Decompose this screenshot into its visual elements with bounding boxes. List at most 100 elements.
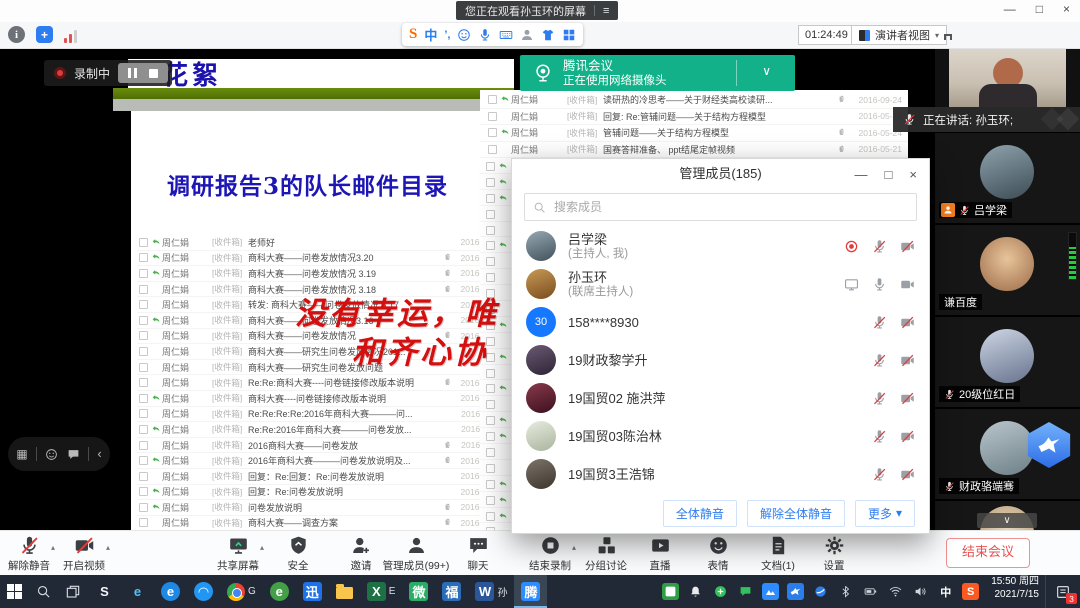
muted-camera-icon[interactable]: [900, 315, 915, 330]
sogou-tray-icon[interactable]: S: [962, 583, 979, 600]
toolbar-cam-button[interactable]: 开启视频▴: [38, 535, 130, 573]
member-row[interactable]: 19财政黎学升: [512, 341, 929, 379]
sogou-icon[interactable]: S: [88, 575, 121, 608]
sogou-logo-icon[interactable]: S: [409, 26, 417, 43]
muted-camera-icon[interactable]: [900, 391, 915, 406]
input-method-toolbar[interactable]: S中 ’,: [402, 23, 583, 46]
mic-icon[interactable]: [478, 28, 492, 42]
muted-mic-icon[interactable]: [872, 391, 887, 406]
muted-camera-icon[interactable]: [900, 467, 915, 482]
chrome-icon[interactable]: G: [220, 575, 263, 608]
view-mode-dropdown[interactable]: 演讲者视图 ▾: [851, 25, 947, 45]
screenrec-tray-icon[interactable]: [662, 583, 679, 600]
muted-mic-icon[interactable]: [872, 429, 887, 444]
ime-icon[interactable]: 中: [937, 583, 954, 600]
screen-share-icon[interactable]: [844, 277, 859, 292]
toolbox-icon[interactable]: [562, 28, 576, 42]
collapse-icon[interactable]: ‹: [97, 446, 101, 461]
xunlei-icon[interactable]: 迅: [296, 575, 329, 608]
muted-mic-icon[interactable]: [872, 315, 887, 330]
minimize-button[interactable]: —: [1004, 2, 1016, 16]
member-row[interactable]: 吕学梁(主持人, 我): [512, 227, 929, 265]
panel-close-button[interactable]: ×: [909, 167, 917, 182]
chevron-up-icon[interactable]: ▴: [106, 543, 110, 552]
email-checkbox: [486, 162, 495, 171]
panel-maximize-button[interactable]: □: [885, 167, 893, 182]
wifi-icon[interactable]: [887, 583, 904, 600]
ie-icon[interactable]: e: [121, 575, 154, 608]
more-button[interactable]: 更多 ▾: [855, 500, 915, 527]
search-input[interactable]: [552, 199, 908, 215]
antivirus-tray-icon[interactable]: [712, 583, 729, 600]
pause-recording-button[interactable]: [128, 68, 137, 78]
browser-icon[interactable]: ◠: [187, 575, 220, 608]
start-button[interactable]: [0, 575, 29, 608]
wechat-tray-icon[interactable]: [737, 583, 754, 600]
panel-minimize-button[interactable]: —: [855, 167, 868, 182]
speaker-video-tile[interactable]: [935, 48, 1080, 107]
member-row[interactable]: 孙玉环(联席主持人): [512, 265, 929, 303]
muted-camera-icon[interactable]: [900, 239, 915, 254]
member-row[interactable]: 30158****8930: [512, 303, 929, 341]
browser-tray-icon[interactable]: [812, 583, 829, 600]
muted-mic-icon[interactable]: [872, 467, 887, 482]
action-center-button[interactable]: 3: [1045, 575, 1080, 608]
volume-icon[interactable]: [912, 583, 929, 600]
meeting-tray-icon[interactable]: [762, 583, 779, 600]
punctuation-icon[interactable]: ’,: [444, 29, 450, 41]
chat-icon[interactable]: [67, 448, 80, 461]
muted-camera-icon[interactable]: [900, 429, 915, 444]
fu-app-icon[interactable]: 福: [435, 575, 468, 608]
task-view-button[interactable]: [58, 575, 88, 608]
video-tile-partial[interactable]: ∨: [935, 501, 1080, 530]
muted-camera-icon[interactable]: [900, 353, 915, 368]
xunlei-tray-icon[interactable]: [787, 583, 804, 600]
maximize-button[interactable]: □: [1036, 2, 1043, 16]
keyboard-icon[interactable]: [499, 28, 513, 42]
word-icon[interactable]: W孙: [468, 575, 514, 608]
chinese-mode-icon[interactable]: 中: [424, 25, 437, 44]
unmute-all-button[interactable]: 解除全体静音: [747, 500, 845, 527]
camera-icon[interactable]: [900, 277, 915, 292]
toolbar-gear-button[interactable]: 设置: [788, 535, 880, 573]
collapse-tiles-button[interactable]: ∨: [977, 513, 1037, 528]
skin-icon[interactable]: [541, 28, 555, 42]
member-search-box[interactable]: [524, 193, 917, 221]
email-row: 周仁娟[收件箱]管辅问题——关于结构方程模型2016-05-24: [480, 125, 908, 142]
meeting-icon[interactable]: 腾: [514, 575, 547, 608]
excel-icon[interactable]: XE: [360, 575, 403, 608]
banner-menu-icon[interactable]: ≡: [603, 5, 609, 17]
muted-mic-icon[interactable]: [872, 239, 887, 254]
bell-icon[interactable]: [687, 583, 704, 600]
wechat-icon[interactable]: 微: [402, 575, 435, 608]
mic-icon[interactable]: [872, 277, 887, 292]
fullscreen-icon[interactable]: [944, 28, 957, 41]
close-button[interactable]: ×: [1063, 2, 1070, 16]
person-icon[interactable]: [520, 28, 534, 42]
mute-all-button[interactable]: 全体静音: [663, 500, 737, 527]
video-tile[interactable]: 财政骆端骞: [935, 409, 1080, 499]
shield-icon[interactable]: +: [36, 26, 53, 43]
recording-status-icon[interactable]: [844, 239, 859, 254]
emoji-icon[interactable]: [457, 28, 471, 42]
member-row[interactable]: 19国贸3王浩锦: [512, 455, 929, 493]
member-row[interactable]: 19国贸02 施洪萍: [512, 379, 929, 417]
emoji-icon[interactable]: [45, 448, 58, 461]
end-meeting-button[interactable]: 结束会议: [946, 538, 1030, 568]
member-row[interactable]: 19国贸03陈治林: [512, 417, 929, 455]
explorer-icon[interactable]: [329, 575, 360, 608]
taskbar-clock[interactable]: 15:50 周四 2021/7/15: [991, 575, 1039, 608]
muted-mic-icon[interactable]: [872, 353, 887, 368]
info-icon[interactable]: i: [8, 26, 25, 43]
chevron-down-icon[interactable]: ∨: [762, 64, 771, 78]
video-tile[interactable]: 20级位红日: [935, 317, 1080, 407]
video-tile[interactable]: 谦百度: [935, 225, 1080, 315]
bluetooth-icon[interactable]: [837, 583, 854, 600]
video-tile[interactable]: 吕学梁: [935, 133, 1080, 223]
battery-icon[interactable]: [862, 583, 879, 600]
browser360-icon[interactable]: e: [263, 575, 296, 608]
edge-icon[interactable]: e: [154, 575, 187, 608]
search-button[interactable]: [29, 575, 58, 608]
stop-recording-button[interactable]: [149, 69, 158, 78]
apps-icon[interactable]: ▦: [16, 447, 27, 461]
